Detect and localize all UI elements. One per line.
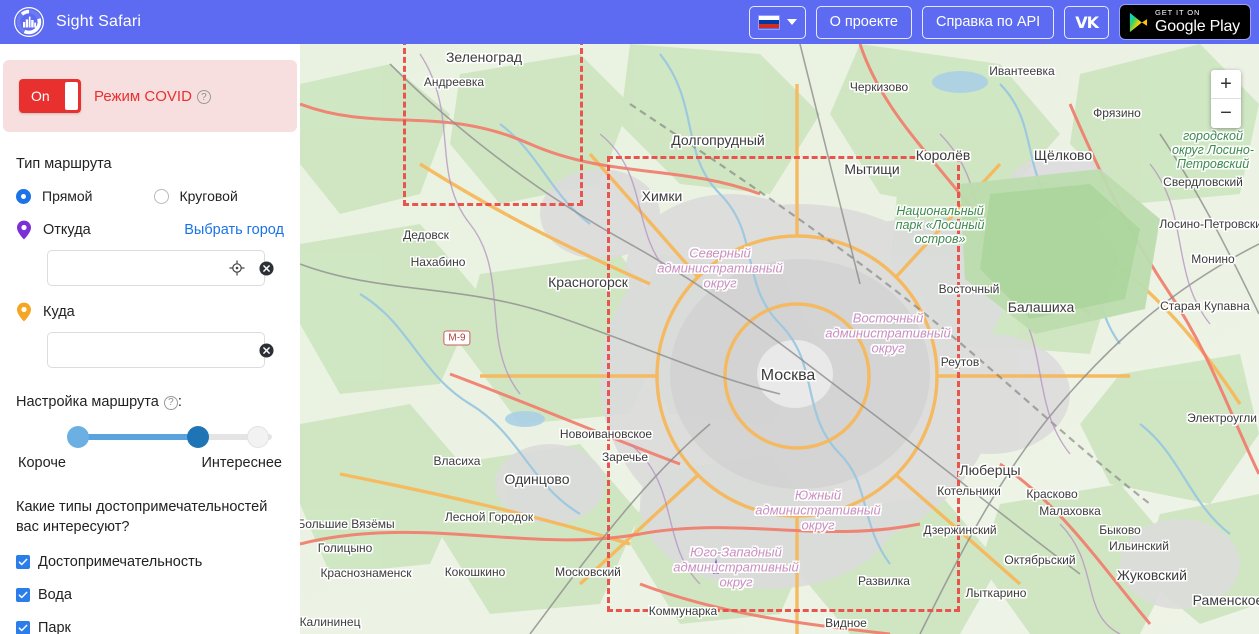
checkbox-water[interactable]: Вода bbox=[16, 587, 284, 603]
slider-label-interesting: Интереснее bbox=[201, 455, 283, 471]
vk-link-button[interactable]: VK bbox=[1064, 5, 1109, 39]
route-tuning-slider[interactable] bbox=[16, 426, 284, 448]
aperture-skyline-icon bbox=[14, 7, 44, 37]
covid-mode-text: Режим COVID bbox=[94, 87, 192, 105]
from-label: Откуда bbox=[43, 222, 91, 238]
zoom-out-button[interactable]: − bbox=[1211, 99, 1241, 128]
slider-label-shorter: Короче bbox=[18, 455, 66, 471]
covid-help-icon[interactable]: ? bbox=[196, 90, 211, 104]
google-play-badge[interactable]: GET IT ON Google Play bbox=[1119, 4, 1251, 40]
checkbox-sight[interactable]: Достопримечательность bbox=[16, 554, 284, 570]
radio-option-direct[interactable]: Прямой bbox=[16, 188, 93, 204]
route-tuning-help-icon[interactable]: ? bbox=[163, 395, 178, 410]
covid-mode-toggle[interactable]: On bbox=[19, 79, 81, 113]
brand[interactable]: Sight Safari bbox=[14, 7, 141, 37]
radio-option-circular[interactable]: Круговой bbox=[153, 188, 238, 204]
covid-mode-label: Режим COVID? bbox=[94, 88, 211, 105]
radio-direct-label: Прямой bbox=[42, 188, 93, 204]
locate-crosshair-icon[interactable] bbox=[229, 260, 245, 276]
about-button[interactable]: О проекте bbox=[815, 5, 912, 39]
radio-circular-label: Круговой bbox=[179, 188, 238, 204]
slider-handle-active[interactable] bbox=[187, 426, 209, 448]
checkbox-sight-label: Достопримечательность bbox=[38, 554, 203, 570]
header-actions: О проекте Справка по API VK GET IT ON Go… bbox=[748, 4, 1251, 40]
zoom-in-button[interactable]: + bbox=[1211, 70, 1241, 99]
route-tuning-suffix: : bbox=[177, 394, 182, 410]
map-viewport[interactable]: M-9 Egor Smirnov ЗеленоградАндреевкаЧерк… bbox=[300, 44, 1259, 634]
from-marker-pin-icon bbox=[17, 220, 31, 240]
airport-vnukovo-icon bbox=[708, 558, 724, 574]
to-label: Куда bbox=[43, 304, 75, 320]
slider-track-fill bbox=[74, 434, 198, 440]
google-play-triangle-icon bbox=[1129, 12, 1148, 32]
api-help-button[interactable]: Справка по API bbox=[921, 5, 1055, 39]
to-input[interactable] bbox=[47, 332, 265, 368]
radio-direct-indicator bbox=[16, 188, 31, 204]
language-selector[interactable] bbox=[748, 5, 806, 39]
route-type-title: Тип маршрута bbox=[16, 156, 112, 172]
route-type-radio-group: Прямой Круговой bbox=[16, 188, 284, 204]
clear-to-icon[interactable] bbox=[259, 342, 274, 358]
map-zoom-control: + − bbox=[1211, 70, 1241, 128]
radio-circular-indicator bbox=[153, 188, 169, 204]
route-settings-section: Тип маршрута Прямой Круговой Откуда Выбр… bbox=[0, 156, 300, 634]
slider-handle-right[interactable] bbox=[247, 426, 269, 448]
from-field-wrap bbox=[47, 250, 284, 286]
russia-flag-icon bbox=[757, 14, 780, 30]
from-row: Откуда Выбрать город bbox=[16, 220, 284, 240]
route-tuning-title: Настройка маршрута?: bbox=[16, 394, 284, 410]
check-icon bbox=[18, 558, 28, 566]
checkbox-park[interactable]: Парк bbox=[16, 620, 284, 634]
road-shield-m9: M-9 bbox=[443, 330, 471, 346]
toggle-knob bbox=[65, 82, 78, 110]
check-icon bbox=[18, 591, 28, 599]
to-marker-pin-icon bbox=[17, 302, 31, 322]
checkbox-sight-box bbox=[16, 555, 30, 569]
body-row: On Режим COVID? Тип маршрута Прямой Круг… bbox=[0, 44, 1259, 634]
google-play-tagline: GET IT ON bbox=[1155, 8, 1201, 18]
checkbox-water-box bbox=[16, 588, 30, 602]
app-header: Sight Safari О проекте Справка по API VK bbox=[0, 0, 1259, 44]
covid-toggle-label: On bbox=[31, 88, 50, 104]
google-play-name: Google Play bbox=[1155, 17, 1240, 35]
slider-handle-left[interactable] bbox=[67, 426, 89, 448]
covid-mode-panel: On Режим COVID? bbox=[3, 60, 297, 132]
to-field-icons bbox=[259, 332, 274, 368]
checkbox-park-label: Парк bbox=[38, 620, 71, 634]
slider-legend: Короче Интереснее bbox=[16, 455, 284, 471]
clear-from-icon[interactable] bbox=[259, 260, 274, 276]
brand-name: Sight Safari bbox=[56, 13, 142, 30]
vk-icon: VK bbox=[1075, 12, 1099, 32]
checkbox-park-box bbox=[16, 621, 30, 634]
chevron-down-icon bbox=[786, 19, 797, 25]
route-tuning-text: Настройка маршрута bbox=[16, 394, 159, 410]
from-field-icons bbox=[229, 250, 274, 286]
to-field-wrap bbox=[47, 332, 284, 368]
choose-city-link[interactable]: Выбрать город bbox=[184, 222, 284, 238]
app-root: Sight Safari О проекте Справка по API VK bbox=[0, 0, 1259, 634]
check-icon bbox=[18, 624, 28, 632]
checkbox-water-label: Вода bbox=[38, 587, 72, 603]
to-row: Куда bbox=[16, 302, 284, 322]
google-play-text: GET IT ON Google Play bbox=[1155, 9, 1240, 35]
interests-question: Какие типы достопримечательностей вас ин… bbox=[16, 499, 268, 535]
sidebar-panel: On Режим COVID? Тип маршрута Прямой Круг… bbox=[0, 44, 300, 634]
